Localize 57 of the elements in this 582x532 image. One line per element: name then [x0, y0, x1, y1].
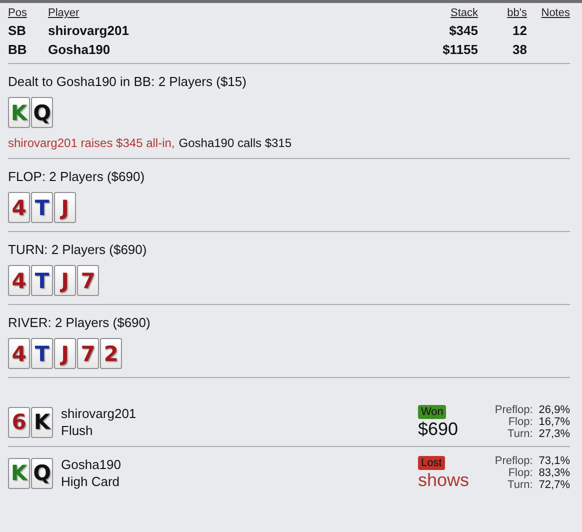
playing-card: T: [31, 265, 53, 296]
equity-label: Preflop:: [494, 455, 533, 467]
playing-card: K: [31, 406, 53, 438]
column-header[interactable]: bb's: [478, 7, 527, 19]
equity-value: 72,7%: [538, 479, 570, 491]
playing-card: 4: [8, 338, 30, 369]
equity-value: 26,9%: [538, 404, 570, 416]
action-text: Gosha190 calls $315: [178, 136, 292, 150]
big-blinds-cell-text: 38: [512, 42, 527, 57]
equity-value: 73,1%: [538, 455, 570, 467]
playing-card: T: [31, 338, 53, 369]
equity-value: 27,3%: [538, 428, 570, 440]
playing-card: T: [31, 192, 53, 223]
column-header[interactable]: Stack: [398, 7, 478, 19]
hand-rank: High Card: [61, 474, 121, 489]
big-blinds-cell-text: 12: [512, 23, 527, 38]
playing-card: J: [54, 338, 76, 369]
position-cell-text: SB: [8, 23, 28, 38]
playing-card: J: [54, 265, 76, 296]
equity-label: Preflop:: [494, 404, 533, 416]
player-cell-text: Gosha190: [48, 42, 112, 57]
playing-card: 4: [8, 265, 30, 296]
equity-value: 83,3%: [538, 467, 570, 479]
playing-card: 7: [77, 265, 99, 296]
equity-value: 16,7%: [538, 416, 570, 428]
equity-label: Turn:: [506, 428, 533, 440]
street-title: RIVER: 2 Players ($690): [8, 315, 152, 330]
equity-label: Turn:: [506, 479, 533, 491]
playing-card: 2: [100, 338, 122, 369]
playing-card: K: [8, 97, 30, 128]
result-amount: $690: [418, 418, 458, 440]
stack-cell-text: $1155: [442, 42, 478, 57]
playing-card: 7: [77, 338, 99, 369]
playing-card: 6: [8, 406, 30, 438]
column-header[interactable]: Pos: [8, 7, 48, 19]
player-name: Gosha190: [61, 457, 122, 472]
playing-card: J: [54, 192, 76, 223]
hand-rank: Flush: [61, 423, 94, 438]
street-title: FLOP: 2 Players ($690): [8, 169, 146, 184]
result-amount: shows: [418, 470, 470, 490]
column-header[interactable]: Player: [48, 7, 398, 19]
player-name: shirovarg201: [61, 406, 138, 421]
playing-card: Q: [31, 458, 53, 488]
result-badge: Won: [418, 404, 446, 418]
playing-card: 4: [8, 192, 30, 223]
playing-card: K: [8, 458, 30, 488]
result-badge: Lost: [418, 456, 445, 470]
equity-label: Flop:: [507, 467, 533, 479]
position-cell-text: BB: [8, 42, 28, 57]
street-title: Dealt to Gosha190 in BB: 2 Players ($15): [8, 74, 248, 89]
player-cell-text: shirovarg201: [48, 23, 130, 38]
playing-card: Q: [31, 97, 53, 128]
column-header[interactable]: Notes: [527, 7, 570, 19]
action-text: shirovarg201 raises $345 all-in,: [8, 136, 175, 150]
street-title: TURN: 2 Players ($690): [8, 242, 148, 257]
equity-label: Flop:: [507, 416, 533, 428]
stack-cell-text: $345: [448, 23, 478, 38]
